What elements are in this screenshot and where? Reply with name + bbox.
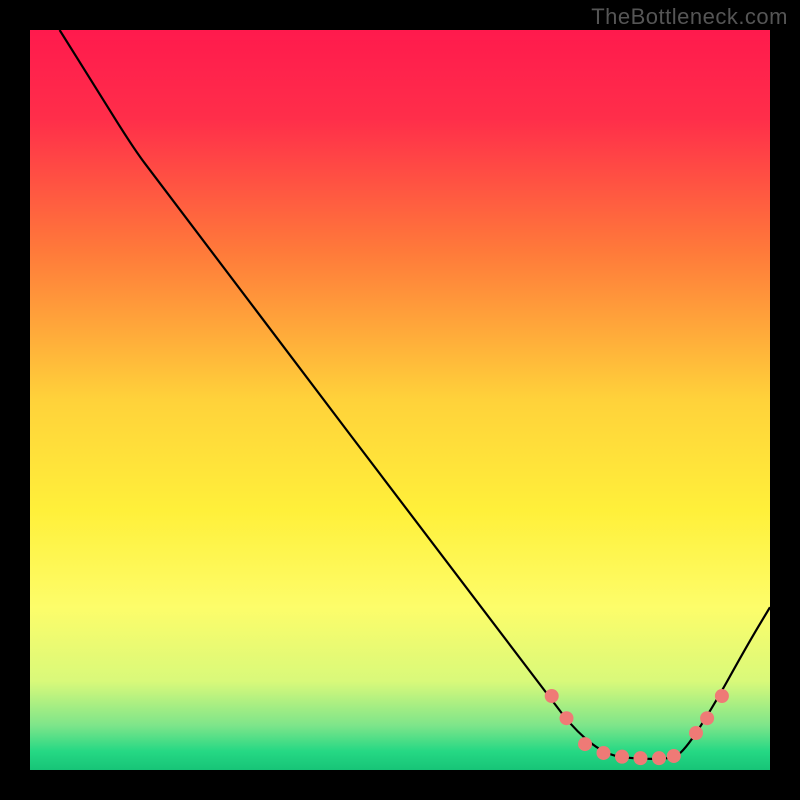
curve-marker: [700, 711, 714, 725]
curve-marker: [689, 726, 703, 740]
chart-frame: TheBottleneck.com: [0, 0, 800, 800]
curve-marker: [715, 689, 729, 703]
curve-marker: [652, 751, 666, 765]
plot-area: [30, 30, 770, 770]
curve-marker: [560, 711, 574, 725]
bottleneck-chart: [30, 30, 770, 770]
curve-marker: [578, 737, 592, 751]
curve-marker: [597, 746, 611, 760]
watermark-text: TheBottleneck.com: [591, 4, 788, 30]
gradient-background: [30, 30, 770, 770]
curve-marker: [634, 751, 648, 765]
curve-marker: [667, 749, 681, 763]
curve-marker: [545, 689, 559, 703]
curve-marker: [615, 750, 629, 764]
